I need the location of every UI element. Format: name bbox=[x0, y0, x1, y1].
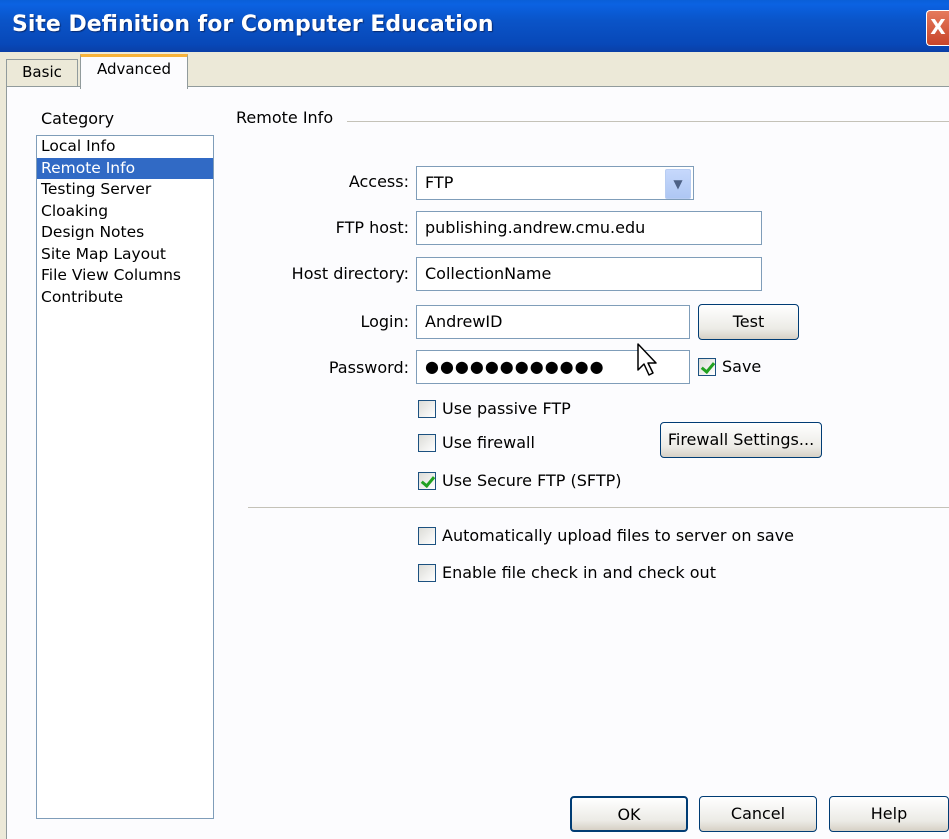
cancel-button[interactable]: Cancel bbox=[699, 796, 817, 832]
section-title: Remote Info bbox=[236, 108, 334, 127]
passive-ftp-checkbox[interactable] bbox=[418, 400, 436, 418]
passive-ftp-label[interactable]: Use passive FTP bbox=[442, 399, 571, 418]
window-title: Site Definition for Computer Education bbox=[12, 12, 494, 37]
category-item-cloaking[interactable]: Cloaking bbox=[37, 201, 213, 223]
firewall-settings-button[interactable]: Firewall Settings... bbox=[660, 422, 822, 458]
use-firewall-checkbox[interactable] bbox=[418, 434, 436, 452]
category-item-testing-server[interactable]: Testing Server bbox=[37, 179, 213, 201]
save-password-checkbox[interactable] bbox=[698, 358, 716, 376]
check-in-out-label[interactable]: Enable file check in and check out bbox=[442, 563, 716, 582]
use-firewall-label[interactable]: Use firewall bbox=[442, 433, 535, 452]
access-select[interactable]: FTP ▼ bbox=[416, 166, 694, 200]
close-icon[interactable]: X bbox=[926, 10, 949, 46]
help-button[interactable]: Help bbox=[829, 796, 949, 832]
login-label: Login: bbox=[360, 312, 409, 331]
category-item-file-view-columns[interactable]: File View Columns bbox=[37, 265, 213, 287]
check-in-out-checkbox[interactable] bbox=[418, 564, 436, 582]
login-input[interactable]: AndrewID bbox=[416, 305, 690, 339]
category-list[interactable]: Local Info Remote Info Testing Server Cl… bbox=[36, 135, 214, 819]
mouse-cursor-icon bbox=[637, 343, 657, 376]
tab-advanced[interactable]: Advanced bbox=[80, 54, 188, 89]
password-label: Password: bbox=[328, 358, 409, 377]
tab-basic[interactable]: Basic bbox=[6, 59, 78, 86]
chevron-down-icon[interactable]: ▼ bbox=[665, 169, 691, 199]
access-value: FTP bbox=[425, 173, 454, 192]
category-item-remote-info[interactable]: Remote Info bbox=[37, 157, 213, 179]
host-directory-label: Host directory: bbox=[291, 264, 409, 283]
auto-upload-checkbox[interactable] bbox=[418, 527, 436, 545]
category-heading: Category bbox=[41, 109, 115, 128]
host-directory-input[interactable]: CollectionName bbox=[416, 257, 762, 291]
category-item-contribute[interactable]: Contribute bbox=[37, 287, 213, 309]
category-item-local-info[interactable]: Local Info bbox=[37, 136, 213, 158]
ok-button[interactable]: OK bbox=[570, 796, 688, 832]
sftp-label[interactable]: Use Secure FTP (SFTP) bbox=[442, 471, 621, 490]
ftp-host-label: FTP host: bbox=[335, 218, 409, 237]
access-label: Access: bbox=[348, 172, 409, 191]
sftp-checkbox[interactable] bbox=[418, 472, 436, 490]
category-item-design-notes[interactable]: Design Notes bbox=[37, 222, 213, 244]
save-password-label[interactable]: Save bbox=[722, 357, 761, 376]
section-divider bbox=[347, 121, 949, 122]
category-item-site-map-layout[interactable]: Site Map Layout bbox=[37, 244, 213, 266]
ftp-host-input[interactable]: publishing.andrew.cmu.edu bbox=[416, 211, 762, 245]
options-divider bbox=[248, 507, 949, 508]
auto-upload-label[interactable]: Automatically upload files to server on … bbox=[442, 526, 794, 545]
test-button[interactable]: Test bbox=[698, 304, 799, 340]
title-bar: Site Definition for Computer Education X bbox=[0, 0, 949, 52]
